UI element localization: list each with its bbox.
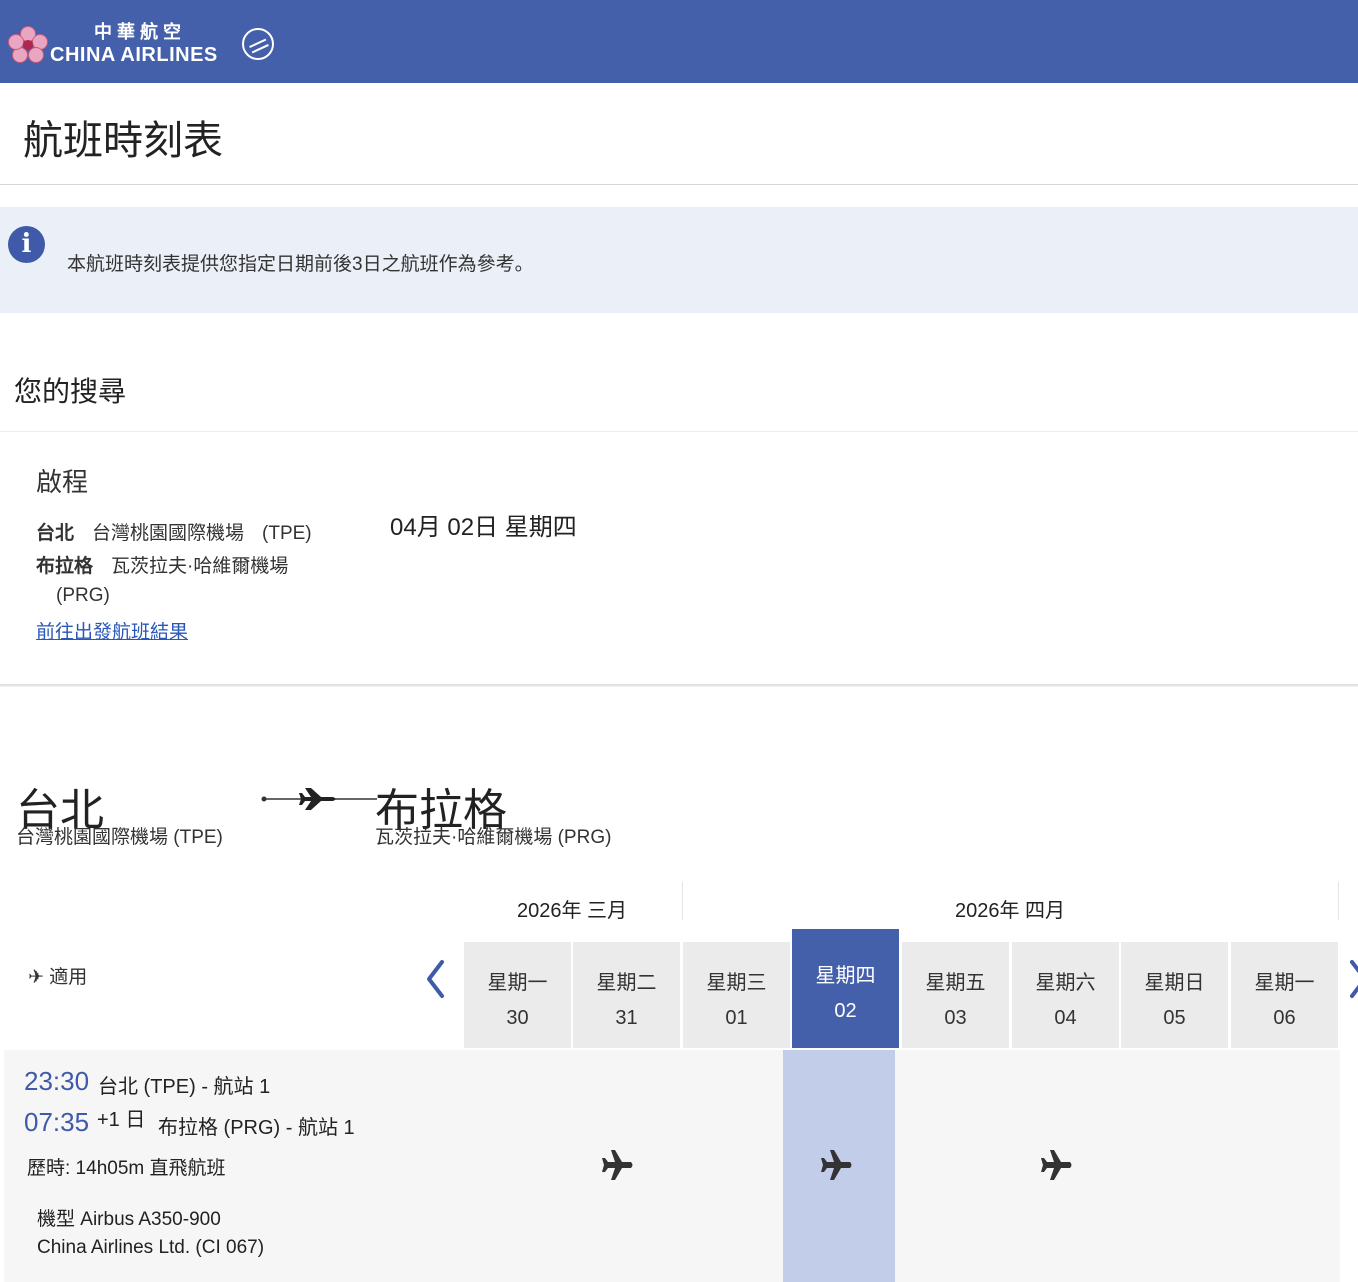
your-search-heading: 您的搜尋	[14, 376, 127, 407]
day-number: 04	[1054, 1007, 1077, 1029]
day-cell-6[interactable]: 星期日 05	[1121, 942, 1228, 1048]
logo-english-text: CHINA AIRLINES	[50, 44, 218, 66]
availability-filter[interactable]: ✈ 適用	[28, 962, 87, 989]
info-text: 本航班時刻表提供您指定日期前後3日之航班作為參考。	[67, 254, 534, 275]
day-cell-3[interactable]: 星期四 02	[792, 929, 899, 1048]
skyteam-icon	[241, 28, 274, 60]
search-date: 04月 02日 星期四	[390, 514, 577, 541]
day-cell-1[interactable]: 星期二 31	[573, 942, 680, 1048]
day-number: 05	[1163, 1007, 1186, 1029]
departure-leg-title: 啟程	[36, 467, 89, 497]
divider	[0, 184, 1358, 185]
day-cell-5[interactable]: 星期六 04	[1012, 942, 1119, 1048]
route-from-airport: 台灣桃園國際機場 (TPE)	[16, 827, 223, 848]
day-number: 01	[725, 1007, 748, 1029]
day-of-week: 星期一	[1254, 972, 1315, 994]
day-number: 03	[944, 1007, 967, 1029]
day-number: 31	[615, 1007, 638, 1029]
operating-carrier: China Airlines Ltd. (CI 067)	[37, 1237, 265, 1258]
day-of-week: 星期四	[815, 965, 876, 987]
search-origin: 台北 台灣桃園國際機場 (TPE)	[36, 518, 312, 545]
availability-filter-label: 適用	[49, 967, 88, 988]
next-day-badge: +1 日	[97, 1109, 146, 1131]
flight-available-plane-icon[interactable]	[1039, 1148, 1073, 1182]
info-icon: i	[8, 226, 45, 263]
previous-week-chevron-icon[interactable]	[422, 958, 450, 1000]
flight-available-plane-icon[interactable]	[819, 1148, 853, 1182]
day-number: 30	[506, 1007, 529, 1029]
day-number: 06	[1273, 1007, 1296, 1029]
flight-duration: 歷時: 14h05m 直飛航班	[27, 1158, 226, 1179]
divider	[0, 431, 1358, 432]
logo-chinese-text: 中華航空	[94, 22, 186, 43]
plane-icon: ✈	[28, 967, 44, 988]
day-cell-7[interactable]: 星期一 06	[1231, 942, 1338, 1048]
day-cell-2[interactable]: 星期三 01	[683, 942, 790, 1048]
search-origin-airport: 台灣桃園國際機場	[92, 523, 245, 544]
arrival-stop: 布拉格 (PRG) - 航站 1	[158, 1117, 355, 1139]
month-divider	[1338, 882, 1339, 920]
month-header-march: 2026年 三月	[516, 900, 628, 922]
next-week-chevron-icon[interactable]	[1346, 958, 1358, 1000]
day-of-week: 星期二	[596, 972, 657, 994]
search-dest-city: 布拉格	[36, 556, 94, 577]
departure-stop: 台北 (TPE) - 航站 1	[98, 1076, 271, 1098]
day-of-week: 星期一	[487, 972, 548, 994]
go-to-departure-results-link[interactable]: 前往出發航班結果	[36, 617, 188, 644]
search-origin-city: 台北	[36, 523, 75, 544]
departure-time: 23:30	[24, 1066, 90, 1096]
day-of-week: 星期三	[706, 972, 767, 994]
route-to-airport: 瓦茨拉夫·哈維爾機場 (PRG)	[375, 827, 612, 848]
search-origin-code: (TPE)	[262, 523, 312, 544]
day-of-week: 星期五	[925, 972, 986, 994]
page-title: 航班時刻表	[23, 119, 223, 163]
day-of-week: 星期六	[1035, 972, 1096, 994]
search-dest-code: (PRG)	[56, 585, 110, 606]
day-of-week: 星期日	[1144, 972, 1205, 994]
flight-available-plane-icon[interactable]	[600, 1148, 634, 1182]
day-cell-4[interactable]: 星期五 03	[902, 942, 1009, 1048]
route-plane-arrow-icon	[261, 788, 377, 810]
china-airlines-logo[interactable]: 中華航空 CHINA AIRLINES	[8, 18, 288, 70]
search-dest-airport: 瓦茨拉夫·哈維爾機場	[111, 556, 289, 577]
search-destination: 布拉格 瓦茨拉夫·哈維爾機場	[36, 551, 288, 578]
arrival-time: 07:35	[24, 1107, 90, 1137]
top-header-bar: 中華航空 CHINA AIRLINES	[0, 0, 1358, 83]
day-number: 02	[834, 1000, 857, 1022]
day-cell-0[interactable]: 星期一 30	[464, 942, 571, 1048]
divider	[0, 684, 1358, 687]
aircraft-type: 機型 Airbus A350-900	[37, 1209, 221, 1230]
month-header-april: 2026年 四月	[954, 900, 1066, 922]
plum-blossom-icon	[8, 24, 48, 64]
